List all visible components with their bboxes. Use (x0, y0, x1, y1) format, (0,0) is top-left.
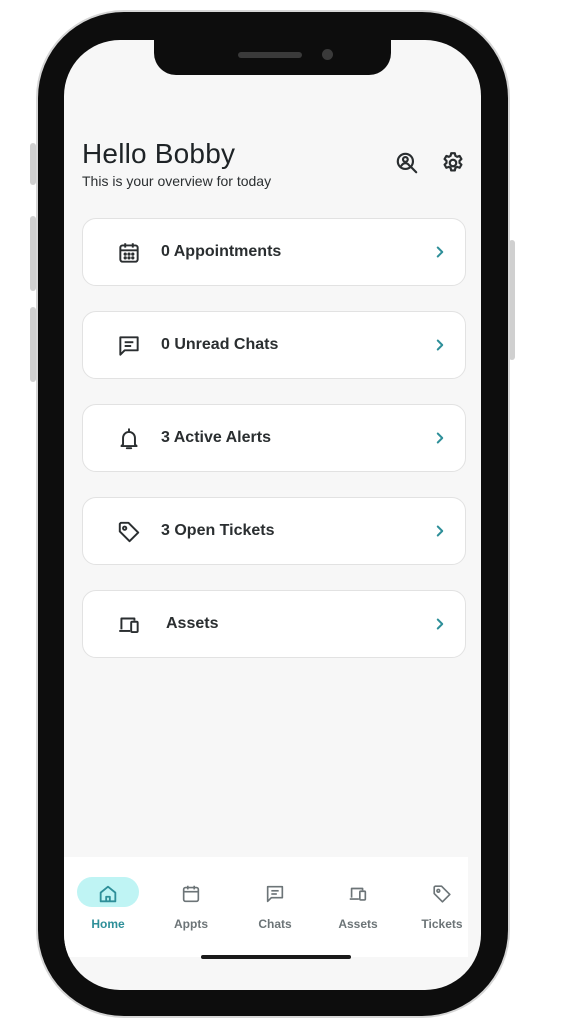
tab-assets[interactable]: Assets (318, 875, 398, 935)
calendar-icon (116, 240, 142, 266)
power-button (509, 240, 515, 360)
tab-label: Assets (338, 917, 378, 931)
tag-icon (431, 883, 453, 905)
card-label: 0 Appointments (161, 243, 282, 260)
chevron-right-icon (431, 336, 449, 354)
front-camera (322, 49, 333, 60)
tab-chats[interactable]: Chats (235, 875, 315, 935)
unread-chats-card[interactable]: 0 Unread Chats (82, 311, 466, 379)
gear-icon[interactable] (440, 150, 466, 176)
chevron-right-icon (431, 615, 449, 633)
bottom-tab-bar: Home Appts Chats Assets Tickets (64, 857, 468, 957)
greeting-title: Hello Bobby (82, 138, 236, 169)
app-screen: Hello Bobby This is your overview for to… (64, 40, 481, 990)
chevron-right-icon (431, 243, 449, 261)
chat-icon (264, 883, 286, 905)
open-tickets-card[interactable]: 3 Open Tickets (82, 497, 466, 565)
tab-tickets[interactable]: Tickets (402, 875, 481, 935)
home-indicator (201, 955, 351, 959)
appointments-card[interactable]: 0 Appointments (82, 218, 466, 286)
speaker (238, 52, 302, 58)
tab-appts[interactable]: Appts (151, 875, 231, 935)
tag-icon (116, 519, 142, 545)
chevron-right-icon (431, 522, 449, 540)
card-label: 3 Open Tickets (161, 522, 275, 539)
devices-icon (347, 883, 369, 905)
volume-down-button (30, 307, 36, 382)
devices-icon (116, 612, 142, 638)
calendar-icon (180, 883, 202, 905)
card-label: 3 Active Alerts (161, 429, 271, 446)
chevron-right-icon (431, 429, 449, 447)
tab-label: Home (91, 917, 125, 931)
silent-switch (30, 143, 36, 185)
tab-label: Tickets (421, 917, 463, 931)
tab-label: Appts (174, 917, 208, 931)
tab-label: Chats (258, 917, 292, 931)
chat-icon (116, 333, 142, 359)
assets-card[interactable]: Assets (82, 590, 466, 658)
active-alerts-card[interactable]: 3 Active Alerts (82, 404, 466, 472)
overview-subtitle: This is your overview for today (82, 173, 272, 189)
card-label: 0 Unread Chats (161, 336, 279, 353)
card-label: Assets (166, 615, 219, 632)
home-icon (97, 883, 119, 905)
volume-up-button (30, 216, 36, 291)
search-user-icon[interactable] (394, 150, 420, 176)
tab-home[interactable]: Home (77, 875, 157, 935)
notch (154, 40, 391, 75)
bell-icon (116, 426, 142, 452)
